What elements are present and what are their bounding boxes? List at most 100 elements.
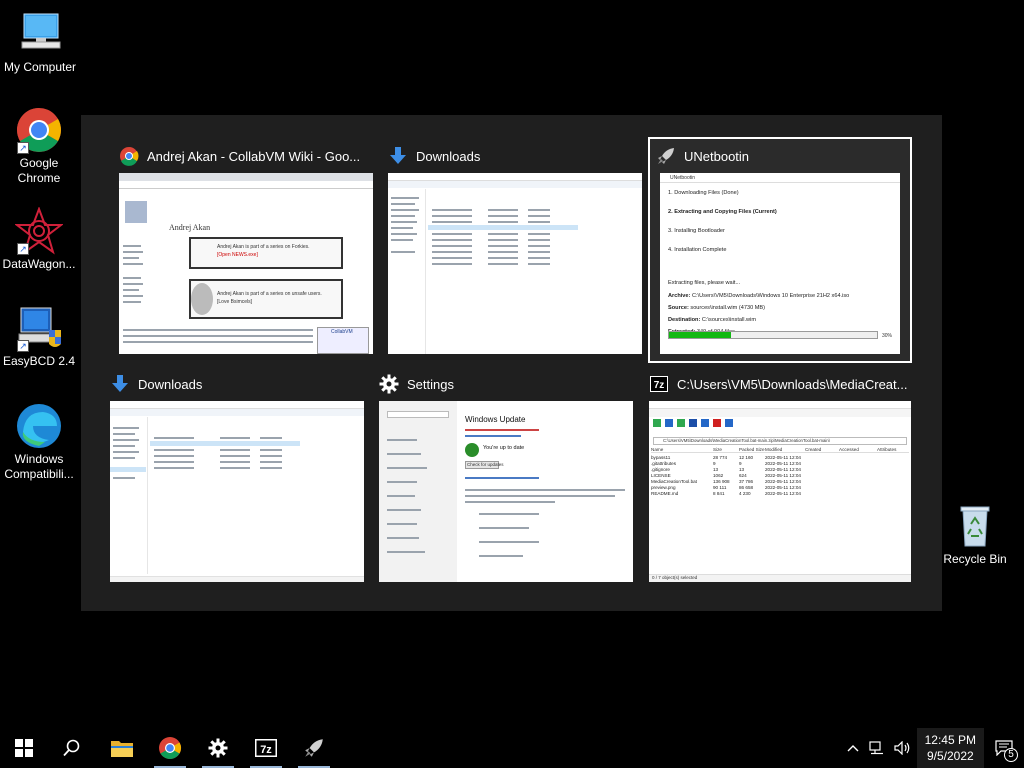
tile-title: UNetbootin xyxy=(684,148,750,164)
window-thumbnail: Andrej Akan Andrej Akan is part of a ser… xyxy=(119,173,373,354)
column-modified[interactable]: Modified xyxy=(765,447,805,452)
7zip-icon: 7z xyxy=(649,374,669,394)
step-3: 3. Installing Bootloader xyxy=(668,228,725,234)
tile-title: C:\Users\VM5\Downloads\MediaCreat... xyxy=(677,376,908,392)
tile-title: Settings xyxy=(407,376,454,392)
file-list-header: Name Size Packed Size Modified Created A… xyxy=(651,447,909,453)
computer-icon xyxy=(16,10,64,58)
file-cell: 2022-05-11 12:04 xyxy=(765,491,801,496)
archive-value: C:\Users\VM5\Downloads\Windows 10 Enterp… xyxy=(691,293,850,299)
wiki-heading: Andrej Akan xyxy=(169,223,211,232)
tile-header: Downloads xyxy=(110,367,364,401)
destination-label: Destination: xyxy=(668,317,701,323)
column-name[interactable]: Name xyxy=(651,447,713,452)
desktop-icon-label: DataWagon... xyxy=(2,257,76,271)
file-explorer-icon xyxy=(111,741,133,757)
volume-button[interactable] xyxy=(889,728,917,768)
notification-count-badge: 5 xyxy=(1004,748,1018,762)
taskbar-chrome[interactable] xyxy=(146,728,194,768)
taskbar-unetbootin[interactable] xyxy=(290,728,338,768)
tile-header: Settings xyxy=(379,367,633,401)
windows-logo-icon xyxy=(15,739,33,757)
tile-title: Downloads xyxy=(416,148,481,164)
switcher-tile-downloads-2[interactable]: Downloads xyxy=(110,367,364,582)
taskbar: 7z 12:45 PM 9/5/2022 5 xyxy=(0,728,1024,768)
step-1: 1. Downloading Files (Done) xyxy=(668,190,739,196)
column-created[interactable]: Created xyxy=(805,447,839,452)
download-icon xyxy=(388,146,408,166)
task-switcher: Andrej Akan - CollabVM Wiki - Goo... And… xyxy=(81,115,942,611)
column-size[interactable]: Size xyxy=(713,447,739,452)
rocket-icon xyxy=(656,146,676,166)
svg-text:7z: 7z xyxy=(260,744,272,756)
desktop-icon-label: Google Chrome xyxy=(17,156,61,185)
taskbar-7zip[interactable]: 7z xyxy=(242,728,290,768)
volume-icon xyxy=(894,741,909,755)
desktop-icon-datawagon[interactable]: ↗ DataWagon... xyxy=(0,206,79,272)
status-text: Extracting files, please wait... xyxy=(668,280,741,286)
chrome-icon xyxy=(159,737,181,759)
column-attributes[interactable]: Attributes xyxy=(877,447,907,452)
archive-label: Archive: xyxy=(668,293,691,299)
clock-time: 12:45 PM xyxy=(924,733,976,747)
search-button[interactable] xyxy=(48,728,96,768)
window-thumbnail: Windows Update You're up to date Check f… xyxy=(379,401,633,582)
desktop-icon-label: Recycle Bin xyxy=(943,552,1007,566)
file-row[interactable]: README.md 8 841 4 230 2022-05-11 12:04 xyxy=(651,491,909,497)
gear-icon xyxy=(379,374,399,394)
file-list: bypass11 28 774 12 160 2022-05-11 12:04 .git… xyxy=(651,455,909,497)
desktop-icon-easybcd[interactable]: ↗ EasyBCD 2.4 xyxy=(0,304,79,369)
step-2: 2. Extracting and Copying Files (Current… xyxy=(668,209,777,215)
desktop-icon-my-computer[interactable]: My Computer xyxy=(0,10,80,75)
switcher-tile-unetbootin[interactable]: UNetbootin UNetbootin 1. Downloading Fil… xyxy=(648,137,912,363)
switcher-tile-7zip[interactable]: 7z C:\Users\VM5\Downloads\MediaCreat... … xyxy=(649,367,911,582)
search-icon xyxy=(63,739,80,757)
window-thumbnail xyxy=(110,401,364,582)
file-cell: 8 841 xyxy=(713,491,725,496)
action-center-button[interactable]: 5 xyxy=(984,728,1024,768)
column-packed-size[interactable]: Packed Size xyxy=(739,447,765,452)
easybcd-icon: ↗ xyxy=(15,304,63,352)
taskbar-settings[interactable] xyxy=(194,728,242,768)
shortcut-arrow-icon: ↗ xyxy=(17,340,29,352)
wiki-box1-link: [Open NEWS.exe] xyxy=(217,252,258,258)
progress-fill xyxy=(669,332,732,338)
progress-bar xyxy=(668,331,878,339)
window-thumbnail: UNetbootin 1. Downloading Files (Done) 2… xyxy=(660,173,900,354)
desktop-icon-google-chrome[interactable]: ↗ Google Chrome xyxy=(0,106,79,186)
tile-title: Andrej Akan - CollabVM Wiki - Goo... xyxy=(147,148,361,164)
switcher-tile-chrome[interactable]: Andrej Akan - CollabVM Wiki - Goo... And… xyxy=(119,139,373,354)
desktop-icon-windows-compatibility[interactable]: Windows Compatibili... xyxy=(0,402,79,482)
switcher-tile-settings[interactable]: Settings Windows Update You're up to dat… xyxy=(379,367,633,582)
desktop-icon-label: EasyBCD 2.4 xyxy=(2,354,76,368)
unetbootin-window-title: UNetbootin xyxy=(660,173,900,183)
wiki-box1: Andrej Akan is part of a series on Forki… xyxy=(217,244,310,250)
wiki-box2-link: [Love Bsimcels] xyxy=(217,299,253,305)
show-hidden-icons-button[interactable] xyxy=(841,728,865,768)
source-label: Source: xyxy=(668,305,689,311)
taskbar-file-explorer[interactable] xyxy=(98,728,146,768)
wiki-box2: Andrej Akan is part of a series on unsaf… xyxy=(217,291,322,297)
tile-header: Downloads xyxy=(388,139,642,173)
start-button[interactable] xyxy=(0,728,48,768)
update-status: You're up to date xyxy=(483,445,525,451)
wiki-sidebox-title: CollabVM xyxy=(331,329,353,335)
destination-value: C:\sources\install.wim xyxy=(701,317,756,323)
7zip-icon: 7z xyxy=(255,739,277,757)
desktop-icon-recycle-bin[interactable]: Recycle Bin xyxy=(935,502,1015,567)
archive-path: C:\Users\VM5\Downloads\MediaCreationTool… xyxy=(663,438,830,443)
tile-header: 7z C:\Users\VM5\Downloads\MediaCreat... xyxy=(649,367,911,401)
tile-header: Andrej Akan - CollabVM Wiki - Goo... xyxy=(119,139,373,173)
taskbar-clock[interactable]: 12:45 PM 9/5/2022 xyxy=(916,728,984,768)
network-button[interactable] xyxy=(865,728,889,768)
file-cell: README.md xyxy=(651,491,679,496)
tile-title: Downloads xyxy=(138,376,203,392)
switcher-tile-downloads-1[interactable]: Downloads xyxy=(388,139,642,354)
desktop-icon-label: Windows Compatibili... xyxy=(4,452,74,481)
step-4: 4. Installation Complete xyxy=(668,247,727,253)
svg-text:7z: 7z xyxy=(654,380,665,391)
unetbootin-content: 1. Downloading Files (Done) 2. Extractin… xyxy=(660,183,900,343)
progress-percent: 30% xyxy=(882,333,893,339)
window-thumbnail: C:\Users\VM5\Downloads\MediaCreationTool… xyxy=(649,401,911,582)
column-accessed[interactable]: Accessed xyxy=(839,447,877,452)
